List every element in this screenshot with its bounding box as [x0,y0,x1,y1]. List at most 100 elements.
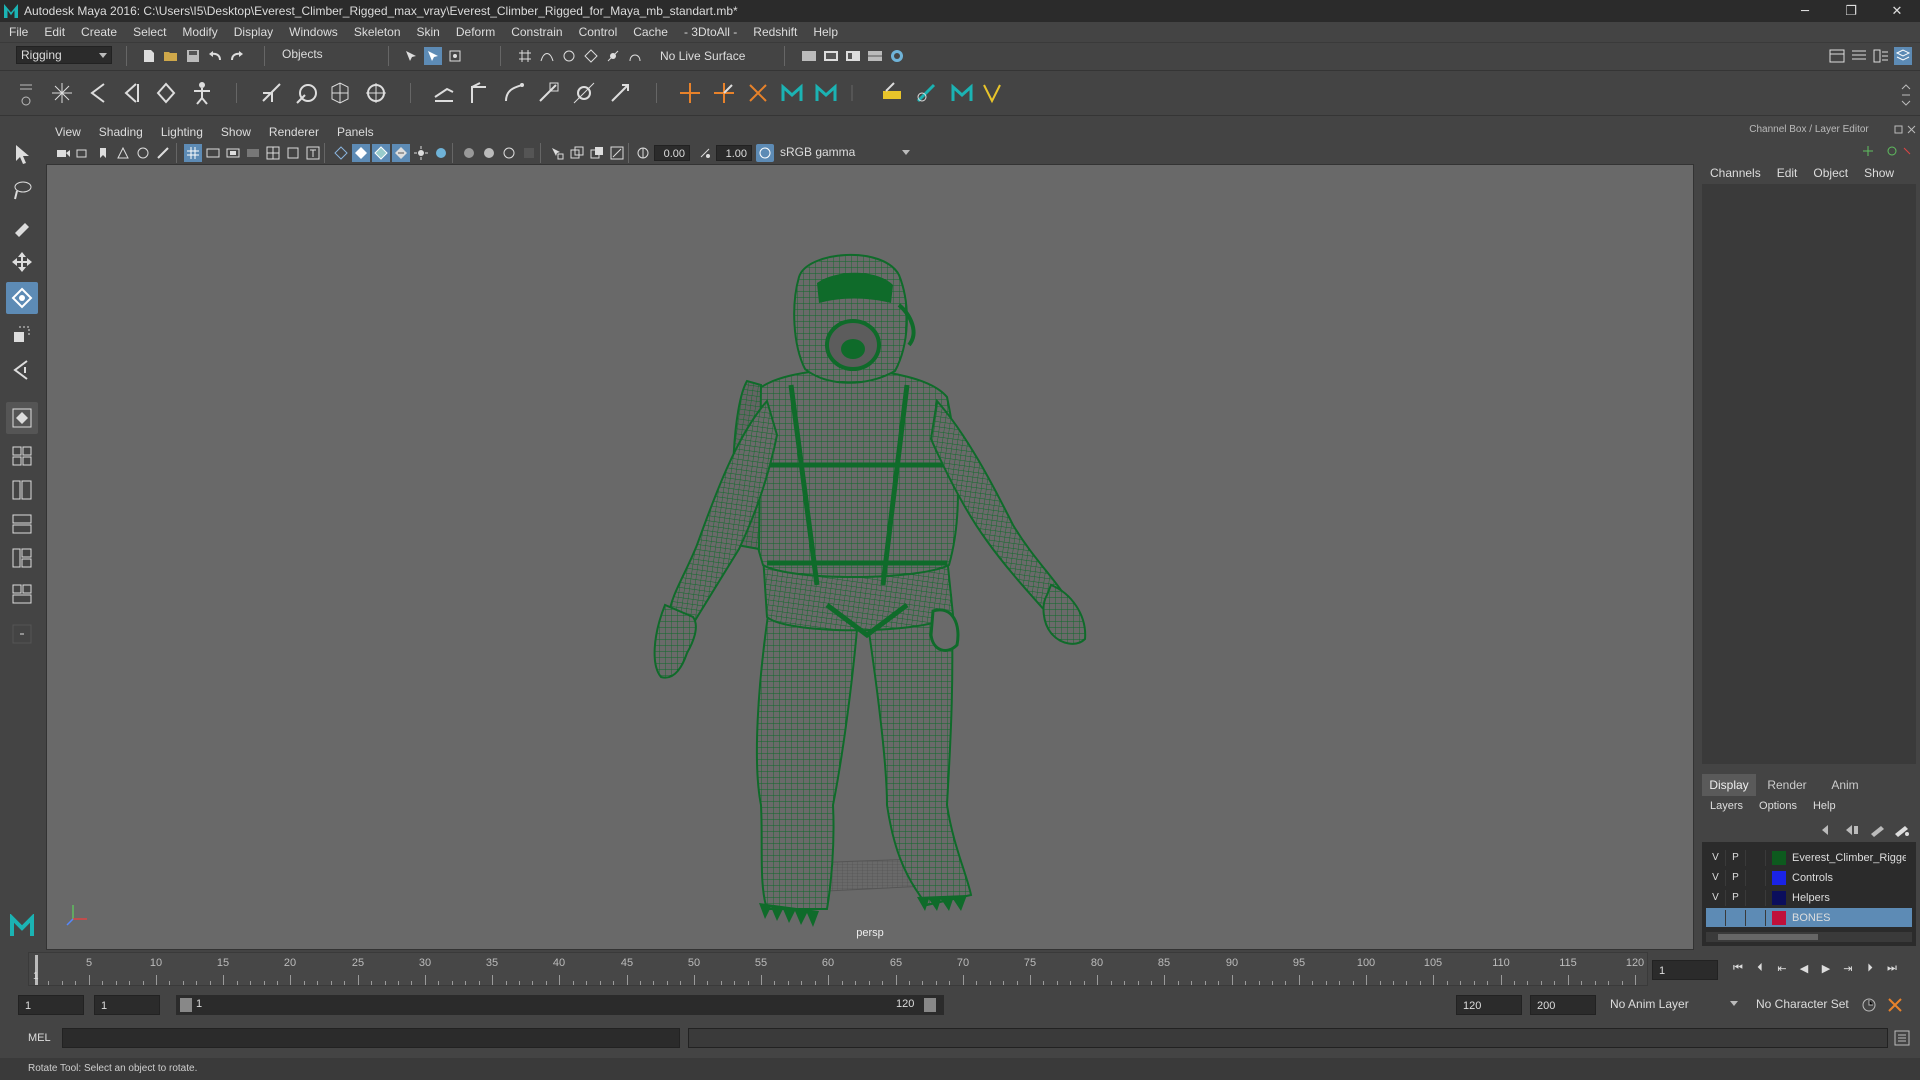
climber-wireframe-mesh[interactable] [653,254,1087,927]
perspective-viewport[interactable]: persp [46,164,1694,950]
colorspace-dropdown[interactable]: sRGB gamma [776,145,914,161]
snap-grid-icon[interactable] [516,47,534,65]
color-management-icon[interactable] [756,144,774,162]
anim-layer-dropdown[interactable]: No Anim Layer [1606,995,1742,1015]
snap-point-icon[interactable] [560,47,578,65]
channel-list[interactable] [1702,184,1916,764]
gate-mask-icon[interactable] [244,144,262,162]
shelf-menu-icon[interactable] [16,79,36,109]
range-slider-end-handle[interactable] [924,998,936,1012]
ik-spline-icon[interactable] [464,79,492,107]
create-joints-icon[interactable] [48,79,76,107]
select-by-component-icon[interactable] [446,47,464,65]
gamma-icon[interactable] [696,144,714,162]
step-back-frame-icon[interactable]: ⏴ [1752,960,1768,976]
go-to-start-icon[interactable]: ⏮ [1730,960,1746,976]
layer-display-type[interactable] [1746,869,1766,886]
camera-attributes-icon[interactable] [74,144,92,162]
maximize-button[interactable]: ❐ [1828,0,1874,22]
redo-icon[interactable] [228,47,246,65]
insert-joint-icon[interactable] [84,79,112,107]
orient-constraint-icon[interactable] [534,79,562,107]
render-current-frame-icon[interactable] [822,47,840,65]
depth-of-field-icon[interactable] [520,144,538,162]
time-slider[interactable]: 5 10 15 20 25 30 35 40 45 50 55 60 65 70 75 80 85 90 95 100… [0,952,1920,986]
layer-playback-toggle[interactable]: P [1726,849,1746,866]
anim-preferences-icon[interactable] [1886,996,1904,1014]
ipr-render-icon[interactable] [844,47,862,65]
panel-float-close-icon[interactable] [1894,124,1918,136]
xray-active-components-icon[interactable] [588,144,606,162]
new-layer-selected-icon[interactable] [1892,822,1912,838]
gamma-field[interactable]: 1.00 [716,145,752,161]
viewport-menu-view[interactable]: View [46,125,90,139]
channelbox-menu-edit[interactable]: Edit [1769,166,1806,180]
safe-action-icon[interactable] [284,144,302,162]
3dtoall-script-3-icon[interactable] [948,79,976,107]
menu-skin[interactable]: Skin [408,25,447,39]
layer-menu-layers[interactable]: Layers [1702,800,1751,812]
snap-together-icon[interactable] [626,47,644,65]
layer-display-type[interactable] [1746,909,1766,926]
viewport-menu-show[interactable]: Show [212,125,260,139]
move-layer-up-icon[interactable] [1818,822,1838,838]
layer-row[interactable]: V P Everest_Climber_Rigged [1706,848,1912,867]
go-to-end-icon[interactable]: ⏭ [1884,960,1900,976]
layer-color-swatch[interactable] [1772,910,1786,925]
bookmark-icon[interactable] [94,144,112,162]
use-all-lights-icon[interactable] [412,144,430,162]
2d-pan-zoom-icon[interactable] [134,144,152,162]
range-slider-start-handle[interactable] [180,998,192,1012]
exposure-field[interactable]: 0.00 [654,145,690,161]
safe-title-icon[interactable] [304,144,322,162]
3dtoall-script-2-icon[interactable] [812,79,840,107]
viewport-menu-panels[interactable]: Panels [328,125,383,139]
outliner-layout-icon[interactable] [6,578,38,610]
range-slider[interactable]: 1 120 [176,995,944,1015]
open-scene-icon[interactable] [162,47,180,65]
menuset-dropdown[interactable]: Rigging [16,46,112,64]
shelf-scroll-icon[interactable] [1900,81,1912,109]
layer-playback-toggle[interactable]: P [1726,869,1746,886]
select-by-object-icon[interactable] [424,47,442,65]
rotate-tool-icon[interactable] [6,282,38,314]
menu-display[interactable]: Display [225,25,280,39]
select-by-hierarchy-icon[interactable] [402,47,420,65]
layer-color-swatch[interactable] [1772,850,1786,865]
viewport-menu-lighting[interactable]: Lighting [152,125,212,139]
layer-visibility-toggle[interactable] [1706,909,1726,926]
menu-windows[interactable]: Windows [280,25,345,39]
save-scene-icon[interactable] [184,47,202,65]
layer-menu-help[interactable]: Help [1805,800,1844,812]
menu-redshift[interactable]: Redshift [744,25,804,39]
lattice-icon[interactable] [326,79,354,107]
selection-mode-dropdown[interactable]: Objects [278,46,378,64]
play-backwards-icon[interactable]: ◀ [1796,960,1812,976]
xray-icon[interactable] [568,144,586,162]
xray-joints-icon[interactable] [608,144,626,162]
menu-constrain[interactable]: Constrain [502,25,569,39]
v-tool-icon[interactable] [978,79,1006,107]
step-forward-frame-icon[interactable]: ⏵ [1862,960,1878,976]
animation-end-field[interactable]: 200 [1530,995,1596,1015]
blank-shelf-icon[interactable] [846,79,874,107]
wireframe-icon[interactable] [332,144,350,162]
menu-file[interactable]: File [0,25,35,39]
layer-playback-toggle[interactable]: P [1726,889,1746,906]
smooth-shade-icon[interactable] [352,144,370,162]
playback-end-field[interactable]: 120 [1456,995,1522,1015]
shadows-icon[interactable] [432,144,450,162]
snap-curve-icon[interactable] [538,47,556,65]
minimize-button[interactable]: ─ [1782,0,1828,22]
layer-visibility-toggle[interactable]: V [1706,889,1726,906]
character-set-dropdown[interactable]: No Character Set [1752,995,1872,1015]
new-scene-icon[interactable] [140,47,158,65]
channel-box-mode-icons[interactable] [1862,144,1912,158]
undo-icon[interactable] [206,47,224,65]
cluster-icon[interactable] [362,79,390,107]
scale-tool-icon[interactable] [6,318,38,350]
layer-row[interactable]: V P Helpers [1706,888,1912,907]
channelbox-menu-channels[interactable]: Channels [1702,166,1769,180]
single-perspective-layout-icon[interactable] [6,402,38,434]
layer-color-swatch[interactable] [1772,890,1786,905]
